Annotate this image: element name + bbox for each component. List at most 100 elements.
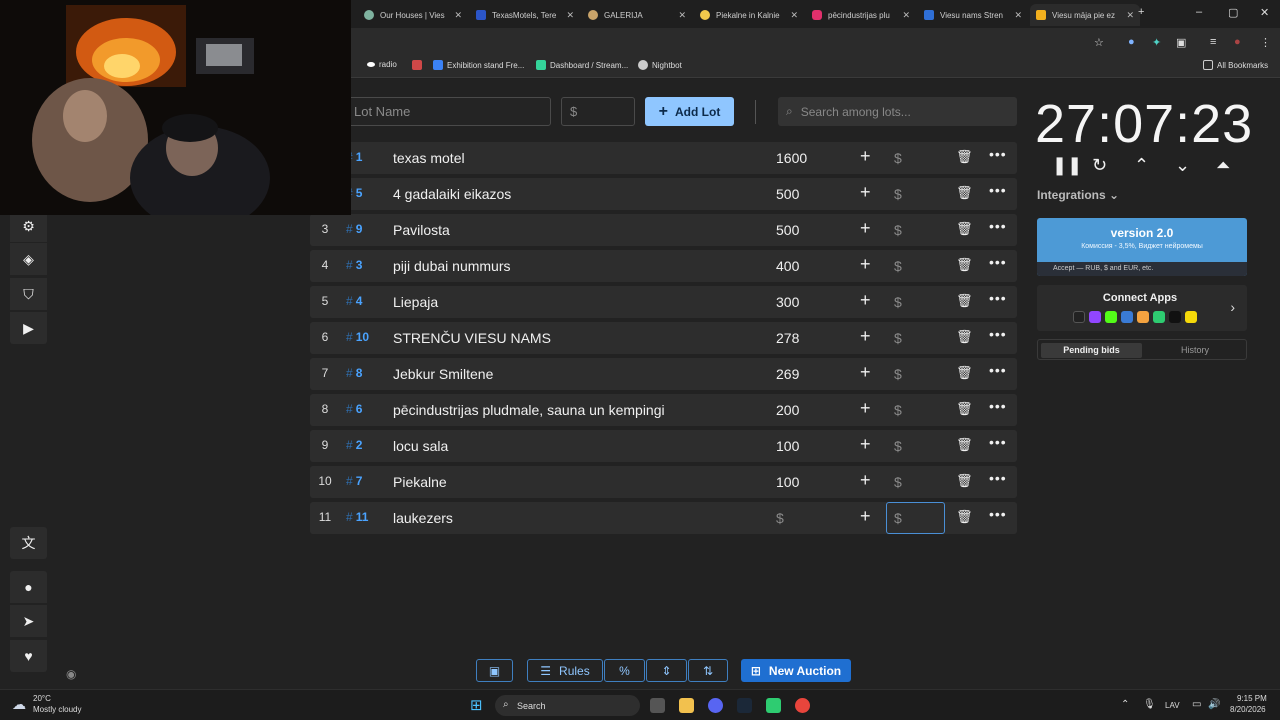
add-amount-icon[interactable]: + xyxy=(860,506,871,527)
close-icon[interactable]: ✕ xyxy=(566,10,574,21)
more-options-icon[interactable]: ••• xyxy=(989,398,1007,414)
connect-apps-card[interactable]: Connect Apps › xyxy=(1037,285,1247,331)
media-icon[interactable]: ≡ xyxy=(1210,36,1216,48)
trash-icon[interactable]: 🗑 xyxy=(956,185,973,201)
lot-name[interactable]: STRENČU VIESU NAMS xyxy=(393,330,551,346)
pause-icon[interactable]: ❚❚ xyxy=(1052,155,1082,176)
more-options-icon[interactable]: ••• xyxy=(989,362,1007,378)
clock-time[interactable]: 9:15 PM xyxy=(1237,694,1267,703)
bookmark-item[interactable]: Nightbot xyxy=(638,60,682,70)
lot-amount[interactable]: 278 xyxy=(776,330,799,346)
microphone-icon[interactable]: 🎙 xyxy=(1143,699,1156,710)
lot-row[interactable]: 11 #11 laukezers $ + $ 🗑 ••• xyxy=(310,502,1017,534)
bookmark-item[interactable]: Exhibition stand Fre... xyxy=(433,60,524,70)
lot-row[interactable]: 6 #10 STRENČU VIESU NAMS 278 + $ 🗑 ••• xyxy=(310,322,1017,354)
tab-history[interactable]: History xyxy=(1146,343,1244,358)
more-options-icon[interactable]: ••• xyxy=(989,254,1007,270)
browser-tab[interactable]: TexasMotels, Tere ✕ xyxy=(470,4,580,26)
browser-menu-icon[interactable]: ⋮ xyxy=(1260,36,1271,49)
lot-name[interactable]: laukezers xyxy=(393,510,453,526)
bookmark-item[interactable]: radio xyxy=(367,60,397,69)
add-amount-icon[interactable]: + xyxy=(860,434,871,455)
lot-name[interactable]: Piekalne xyxy=(393,474,447,490)
lot-name[interactable]: Jebkur Smiltene xyxy=(393,366,493,382)
close-window-button[interactable]: ✕ xyxy=(1260,6,1269,19)
volume-icon[interactable]: 🔊 xyxy=(1208,699,1220,710)
new-auction-button[interactable]: ⊞ New Auction xyxy=(741,659,851,682)
lot-name[interactable]: texas motel xyxy=(393,150,465,166)
decrease-time-icon[interactable]: ⌄ xyxy=(1175,155,1190,176)
close-icon[interactable]: ✕ xyxy=(1126,10,1134,21)
discord-icon[interactable] xyxy=(708,698,723,713)
lot-name[interactable]: Pavilosta xyxy=(393,222,450,238)
network-icon[interactable]: ▭ xyxy=(1192,699,1201,710)
all-bookmarks-button[interactable]: All Bookmarks xyxy=(1203,60,1268,70)
sort-icon[interactable]: ⇅ xyxy=(688,659,728,682)
trash-icon[interactable]: 🗑 xyxy=(956,473,973,489)
task-view-icon[interactable] xyxy=(650,698,665,713)
extension-icon[interactable]: ✦ xyxy=(1152,36,1161,49)
add-amount-icon[interactable]: + xyxy=(860,218,871,239)
percent-button[interactable]: % xyxy=(604,659,645,682)
lot-row[interactable]: 7 #8 Jebkur Smiltene 269 + $ 🗑 ••• xyxy=(310,358,1017,390)
lot-name-input[interactable]: Lot Name xyxy=(345,97,551,126)
add-amount-icon[interactable]: + xyxy=(860,326,871,347)
trash-icon[interactable]: 🗑 xyxy=(956,437,973,453)
lot-amount[interactable]: 500 xyxy=(776,186,799,202)
bid-input[interactable]: $ xyxy=(894,474,902,490)
lot-row[interactable]: 4 #3 piji dubai nummurs 400 + $ 🗑 ••• xyxy=(310,250,1017,282)
trash-icon[interactable]: 🗑 xyxy=(956,401,973,417)
lot-name[interactable]: 4 gadalaiki eikazos xyxy=(393,186,511,202)
lot-amount[interactable]: 1600 xyxy=(776,150,807,166)
lot-name[interactable]: piji dubai nummurs xyxy=(393,258,511,274)
tab-pending-bids[interactable]: Pending bids xyxy=(1041,343,1142,358)
telegram-icon[interactable]: ➤ xyxy=(10,605,47,637)
add-amount-icon[interactable]: + xyxy=(860,470,871,491)
more-options-icon[interactable]: ••• xyxy=(989,470,1007,486)
close-icon[interactable]: ✕ xyxy=(454,10,462,21)
add-amount-icon[interactable]: + xyxy=(860,254,871,275)
bookmark-item[interactable] xyxy=(412,60,426,70)
lot-amount[interactable]: $ xyxy=(776,510,784,526)
more-options-icon[interactable]: ••• xyxy=(989,434,1007,450)
clock-date[interactable]: 8/20/2026 xyxy=(1230,705,1266,714)
lot-amount-input[interactable]: $ xyxy=(561,97,635,126)
lot-amount[interactable]: 500 xyxy=(776,222,799,238)
taskbar-search[interactable]: ⌕ Search xyxy=(495,695,640,716)
rules-button[interactable]: ☰ Rules xyxy=(527,659,603,682)
lot-row[interactable]: 1#1texas motel1600+$🗑••• xyxy=(310,142,1017,174)
chrome-icon[interactable] xyxy=(795,698,810,713)
close-icon[interactable]: ✕ xyxy=(678,10,686,21)
shield-icon[interactable]: ⛉ xyxy=(10,278,47,310)
integrations-dropdown[interactable]: Integrations ⌄ xyxy=(1037,188,1119,202)
eye-icon[interactable]: ◉ xyxy=(66,667,76,681)
steam-icon[interactable] xyxy=(737,698,752,713)
chevron-right-icon[interactable]: › xyxy=(1230,299,1235,315)
browser-tab-active[interactable]: Viesu māja pie ez ✕ xyxy=(1030,4,1140,26)
trash-icon[interactable]: 🗑 xyxy=(956,257,973,273)
weather-temp[interactable]: 20°C xyxy=(33,694,51,703)
lot-amount[interactable]: 200 xyxy=(776,402,799,418)
split-icon[interactable]: ⇕ xyxy=(646,659,687,682)
lot-row[interactable]: 8 #6 pēcindustrijas pludmale, sauna un kem… xyxy=(310,394,1017,426)
lot-amount[interactable]: 300 xyxy=(776,294,799,310)
extension-icon[interactable]: ● xyxy=(1128,36,1135,48)
bid-input[interactable]: $ xyxy=(894,258,902,274)
lot-amount[interactable]: 400 xyxy=(776,258,799,274)
lot-amount[interactable]: 100 xyxy=(776,474,799,490)
add-amount-icon[interactable]: + xyxy=(860,146,871,167)
maximize-button[interactable]: ▢ xyxy=(1228,6,1238,19)
github-icon[interactable]: ● xyxy=(10,571,47,603)
trash-icon[interactable]: 🗑 xyxy=(956,509,973,525)
layers-icon[interactable]: ◈ xyxy=(10,243,47,275)
file-explorer-icon[interactable] xyxy=(679,698,694,713)
version-card[interactable]: version 2.0 Комиссия - 3,5%, Виджет нейр… xyxy=(1037,218,1247,276)
save-button[interactable]: ▣ xyxy=(476,659,513,682)
increase-time-icon[interactable]: ⌃ xyxy=(1134,155,1149,176)
trash-icon[interactable]: 🗑 xyxy=(956,221,973,237)
profile-avatar-icon[interactable]: ● xyxy=(1234,36,1241,48)
bid-input[interactable]: $ xyxy=(894,366,902,382)
playlist-icon[interactable]: ▶ xyxy=(10,312,47,344)
more-options-icon[interactable]: ••• xyxy=(989,326,1007,342)
bid-input[interactable]: $ xyxy=(894,186,902,202)
